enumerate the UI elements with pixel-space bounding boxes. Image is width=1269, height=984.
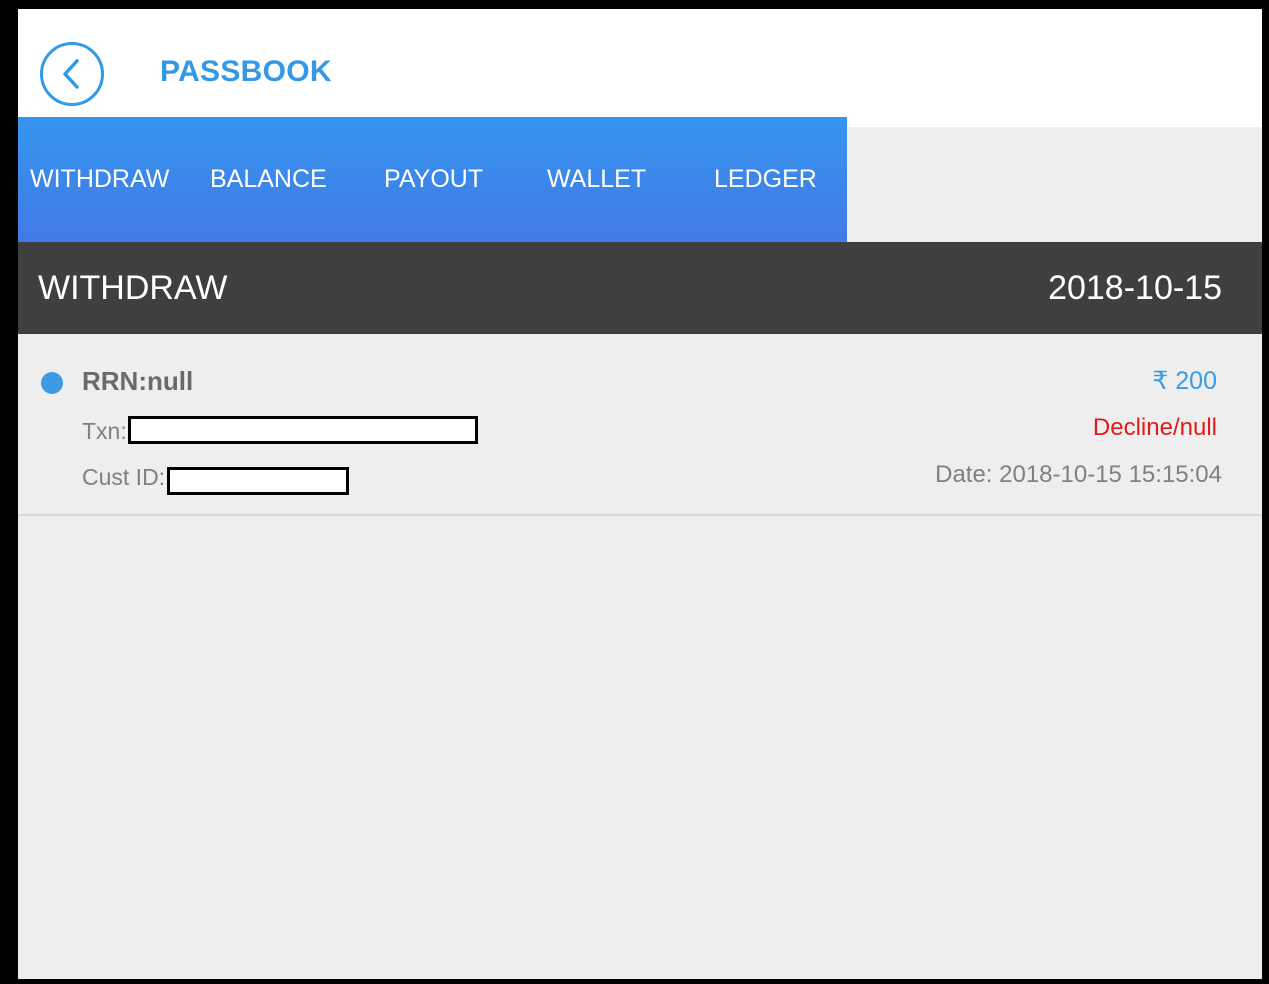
txn-label: Txn: — [82, 418, 127, 444]
tab-bar: WITHDRAW BALANCE PAYOUT WALLET LEDGER — [18, 117, 847, 242]
tab-payout[interactable]: PAYOUT — [384, 117, 483, 242]
cust-id-label: Cust ID: — [82, 464, 166, 490]
tab-balance[interactable]: BALANCE — [210, 117, 327, 242]
transaction-date: Date: 2018-10-15 15:15:04 — [935, 461, 1222, 488]
section-date: 2018-10-15 — [1048, 269, 1222, 307]
tab-wallet[interactable]: WALLET — [547, 117, 646, 242]
section-title: WITHDRAW — [38, 269, 228, 307]
redacted-txn-value — [128, 416, 478, 444]
page-title: PASSBOOK — [160, 55, 332, 88]
rrn-text: RRN:null — [82, 366, 194, 396]
tab-withdraw[interactable]: WITHDRAW — [30, 117, 169, 242]
status-dot-icon — [41, 372, 63, 394]
section-header: WITHDRAW 2018-10-15 — [18, 242, 1262, 334]
status-text: Decline/null — [1092, 414, 1217, 441]
back-button[interactable] — [40, 42, 104, 106]
app-frame: PASSBOOK WITHDRAW BALANCE PAYOUT WALLET … — [18, 9, 1262, 979]
amount-text: ₹ 200 — [1152, 367, 1217, 395]
chevron-left-icon — [63, 59, 79, 89]
redacted-cust-id-value — [167, 467, 349, 495]
top-app-bar: PASSBOOK — [18, 9, 1262, 127]
tab-ledger[interactable]: LEDGER — [714, 117, 817, 242]
list-item[interactable]: RRN:null Txn: Cust ID: ₹ 200 Decline/nul… — [18, 334, 1262, 516]
